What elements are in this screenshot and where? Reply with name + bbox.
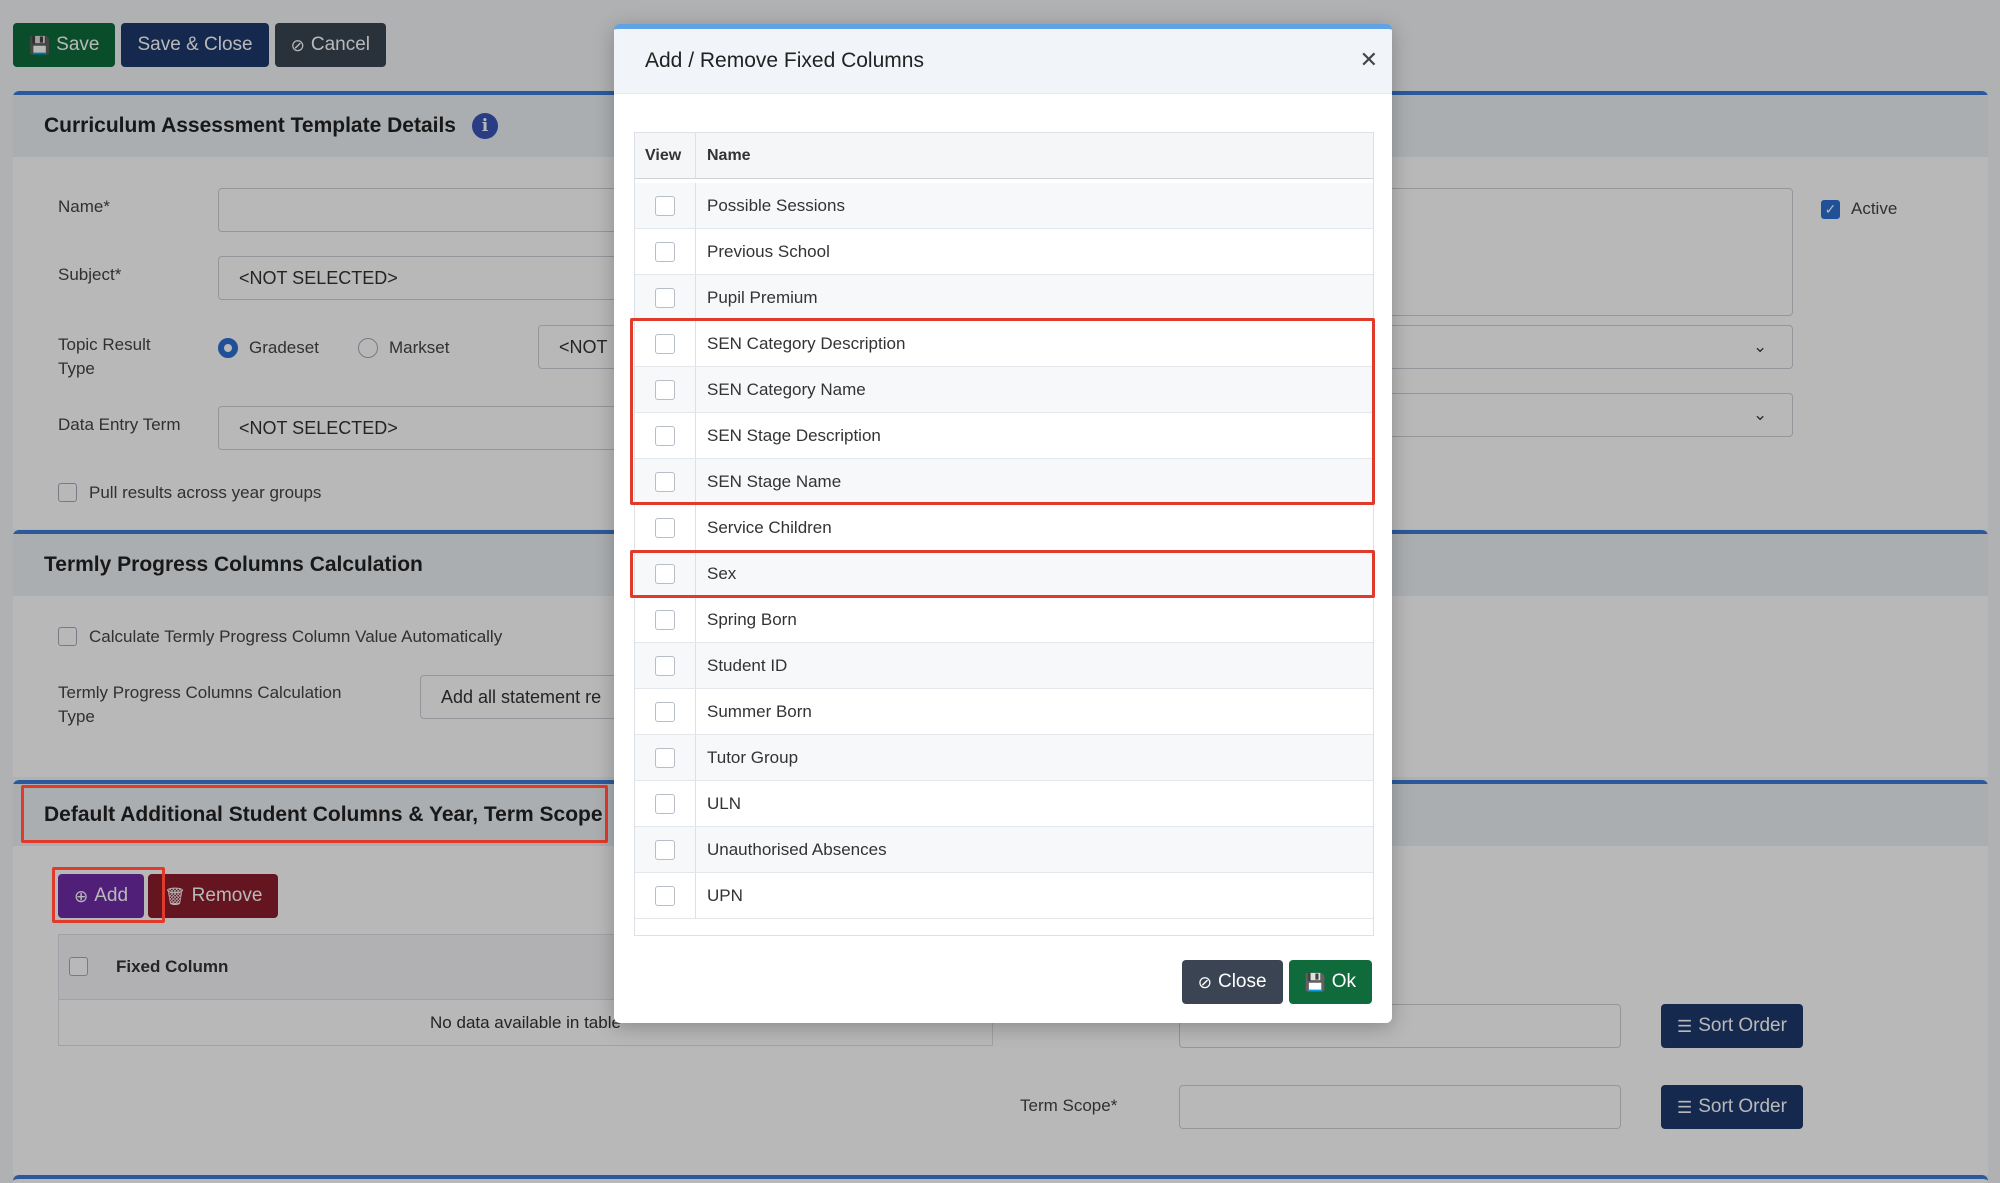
view-checkbox[interactable] (655, 517, 675, 538)
grid-row[interactable]: UPN (635, 873, 1373, 919)
grid-header: View Name (635, 133, 1373, 179)
view-cell (635, 873, 696, 918)
modal-ok-label: Ok (1331, 971, 1356, 992)
name-column-header: Name (707, 146, 751, 164)
view-checkbox[interactable] (655, 793, 675, 814)
row-name: Student ID (707, 655, 788, 675)
grid-row[interactable]: Possible Sessions (635, 183, 1373, 229)
grid-row[interactable]: Student ID (635, 643, 1373, 689)
view-cell (635, 827, 696, 872)
view-checkbox[interactable] (655, 701, 675, 722)
floppy-disk-icon: 💾 (1304, 972, 1326, 992)
row-name: Previous School (707, 241, 830, 261)
modal-header: Add / Remove Fixed Columns ✕ (614, 29, 1392, 94)
highlight-section-title (21, 785, 608, 843)
view-column-header: View (635, 133, 696, 178)
grid-row[interactable]: Summer Born (635, 689, 1373, 735)
view-checkbox[interactable] (655, 195, 675, 216)
grid-row[interactable]: Spring Born (635, 597, 1373, 643)
modal-close-label: Close (1217, 971, 1267, 992)
grid-row[interactable]: Pupil Premium (635, 275, 1373, 321)
row-name: Pupil Premium (707, 287, 818, 307)
modal-ok-button[interactable]: 💾 Ok (1288, 960, 1372, 1004)
modal-footer: ⊘ Close 💾 Ok (1181, 960, 1372, 1004)
modal-title: Add / Remove Fixed Columns (645, 49, 924, 72)
grid-row[interactable]: ULN (635, 781, 1373, 827)
highlight-add-button (52, 867, 165, 923)
view-cell (635, 781, 696, 826)
grid-row[interactable]: Service Children (635, 505, 1373, 551)
close-icon[interactable]: ✕ (1360, 47, 1378, 73)
row-name: Spring Born (707, 609, 797, 629)
ban-icon: ⊘ (1197, 972, 1212, 992)
view-cell (635, 505, 696, 550)
view-cell (635, 229, 696, 274)
row-name: Possible Sessions (707, 195, 845, 215)
row-name: Service Children (707, 517, 832, 537)
view-cell (635, 275, 696, 320)
grid-row[interactable]: Unauthorised Absences (635, 827, 1373, 873)
grid-row[interactable]: Tutor Group (635, 735, 1373, 781)
fixed-columns-modal: Add / Remove Fixed Columns ✕ View Name P… (614, 24, 1392, 1023)
row-name: Tutor Group (707, 747, 799, 767)
view-checkbox[interactable] (655, 241, 675, 262)
view-checkbox[interactable] (655, 747, 675, 768)
grid-row[interactable]: Previous School (635, 229, 1373, 275)
view-cell (635, 643, 696, 688)
view-checkbox[interactable] (655, 885, 675, 906)
view-cell (635, 735, 696, 780)
row-name: ULN (707, 793, 742, 813)
highlight-sex-row (630, 550, 1375, 598)
view-cell (635, 689, 696, 734)
view-checkbox[interactable] (655, 839, 675, 860)
row-name: UPN (707, 885, 743, 905)
highlight-sen-rows (630, 318, 1375, 505)
view-checkbox[interactable] (655, 655, 675, 676)
view-cell (635, 183, 696, 228)
view-checkbox[interactable] (655, 609, 675, 630)
view-cell (635, 597, 696, 642)
modal-close-button[interactable]: ⊘ Close (1181, 960, 1283, 1004)
view-checkbox[interactable] (655, 287, 675, 308)
fixed-columns-grid: View Name Possible Sessions Previous Scho… (634, 132, 1374, 936)
row-name: Unauthorised Absences (707, 839, 887, 859)
row-name: Summer Born (707, 701, 812, 721)
